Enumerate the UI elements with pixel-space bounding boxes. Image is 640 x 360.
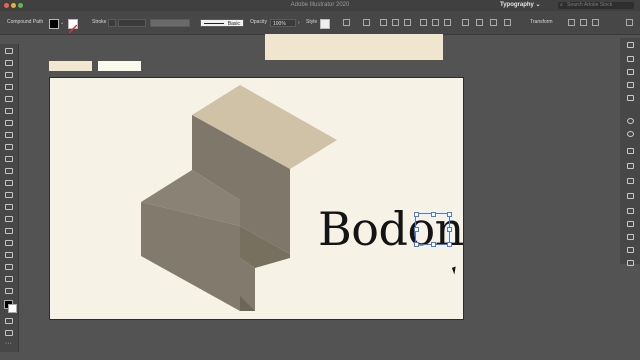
workspace-label: Typography [500,2,534,8]
align-top-icon[interactable] [420,19,427,26]
stroke-label[interactable]: Stroke [92,11,106,34]
arrange-icon[interactable] [580,19,587,26]
draw-mode-icon[interactable] [5,318,13,324]
hand-icon[interactable] [5,276,13,282]
paragraph-icon[interactable] [627,56,634,62]
panel-menu-icon[interactable] [592,19,599,26]
stroke-icon[interactable] [8,304,17,313]
graph-icon[interactable] [5,240,13,246]
color-swatch-beige[interactable] [49,61,92,71]
shape-builder-icon[interactable] [5,192,13,198]
align-right-icon[interactable] [404,19,411,26]
stroke-weight-stepper[interactable] [108,19,116,27]
isolate-group-icon[interactable] [462,19,469,26]
variable-width-profile[interactable] [150,19,190,27]
symbol-sprayer-icon[interactable] [5,228,13,234]
character-icon[interactable] [627,95,634,101]
appearance-icon[interactable] [627,131,634,137]
fill-dropdown-icon[interactable]: ⌄ [60,19,64,27]
fill-color-swatch[interactable] [49,19,59,29]
brush-definition[interactable]: Basic [200,19,244,27]
layers-icon[interactable] [627,178,634,184]
opacity-input[interactable]: 100% [270,19,296,27]
color-swatch-cream[interactable] [98,61,141,71]
opentype-icon[interactable] [627,82,634,88]
transform-panel-icon[interactable] [490,19,497,26]
workspace-switcher[interactable]: Typography ⌄ [500,0,541,11]
zoom-icon[interactable] [5,288,13,294]
selection-handle[interactable] [447,227,452,232]
eyedropper-icon[interactable] [5,204,13,210]
glyphs-icon[interactable] [627,69,634,75]
align-middle-icon[interactable] [432,19,439,26]
align-bottom-icon[interactable] [444,19,451,26]
selection-icon[interactable] [5,48,13,54]
search-icon: ⌕ [560,2,563,8]
tools-panel: ··· [0,44,19,352]
stroke-color-swatch[interactable] [68,19,78,34]
transform-label[interactable]: Transform [530,11,553,34]
glyph-selection-box[interactable] [414,212,452,247]
selection-type-label: Compound Path [7,19,44,25]
stroke-icon[interactable] [627,148,634,154]
properties-icon[interactable] [627,42,634,48]
blend-icon[interactable] [5,216,13,222]
asset-export-icon[interactable] [627,208,634,214]
brush-stroke-preview [204,23,224,24]
control-bar: Compound Path ⌄ Stroke Basic Opacity 100… [0,11,640,35]
align-left-icon[interactable] [380,19,387,26]
align-icon[interactable] [627,234,634,240]
stroke-weight-input[interactable] [118,19,146,27]
gradient-icon[interactable] [627,163,634,169]
edit-contents-icon[interactable] [476,19,483,26]
width-icon[interactable] [5,180,13,186]
panel-dock [620,38,640,266]
selection-handle[interactable] [431,212,436,217]
artboards-icon[interactable] [627,221,634,227]
rotate-icon[interactable] [5,156,13,162]
pathfinder-icon[interactable] [627,247,634,253]
align-center-icon[interactable] [392,19,399,26]
scale-icon[interactable] [5,168,13,174]
symbols-icon[interactable] [627,260,634,266]
opacity-dropdown-icon[interactable]: › [298,19,300,27]
reference-point-icon[interactable] [504,19,511,26]
recolor-artwork-icon[interactable] [343,19,350,26]
screen-mode-icon[interactable] [5,330,13,336]
artboard-top[interactable] [265,34,443,60]
selection-handle[interactable] [414,242,419,247]
brush-label: Basic [227,21,240,27]
rectangle-icon[interactable] [5,96,13,102]
curvature-icon[interactable] [5,84,13,90]
selection-handle[interactable] [414,227,419,232]
artboard-main[interactable]: Bodoni [49,77,464,320]
style-label[interactable]: Style [306,11,317,34]
color-icon[interactable] [627,118,634,124]
opacity-label[interactable]: Opacity [250,11,267,34]
selection-handle[interactable] [414,212,419,217]
pen-icon[interactable] [5,72,13,78]
none-slash-icon [68,24,78,34]
line-icon[interactable] [5,132,13,138]
slice-icon[interactable] [5,264,13,270]
title-bar: Adobe Illustrator 2020 Typography ⌄ Sear… [0,0,640,11]
graphic-style-swatch[interactable] [320,19,330,29]
direct-selection-icon[interactable] [5,60,13,66]
more-tools-icon[interactable]: ··· [5,340,12,348]
align-to-icon[interactable] [363,19,370,26]
search-adobe-stock-input[interactable]: Search Adobe Stock [558,2,634,9]
control-bar-menu-icon[interactable] [626,19,633,26]
selection-handle[interactable] [431,242,436,247]
brush-icon[interactable] [5,108,13,114]
isometric-steps-shape[interactable] [50,78,464,320]
app-title: Adobe Illustrator 2020 [290,2,350,8]
artboard-icon[interactable] [5,252,13,258]
flip-icon[interactable] [568,19,575,26]
eraser-icon[interactable] [5,144,13,150]
selection-handle[interactable] [447,212,452,217]
libraries-icon[interactable] [627,193,634,199]
selection-handle[interactable] [447,242,452,247]
type-icon[interactable] [5,120,13,126]
